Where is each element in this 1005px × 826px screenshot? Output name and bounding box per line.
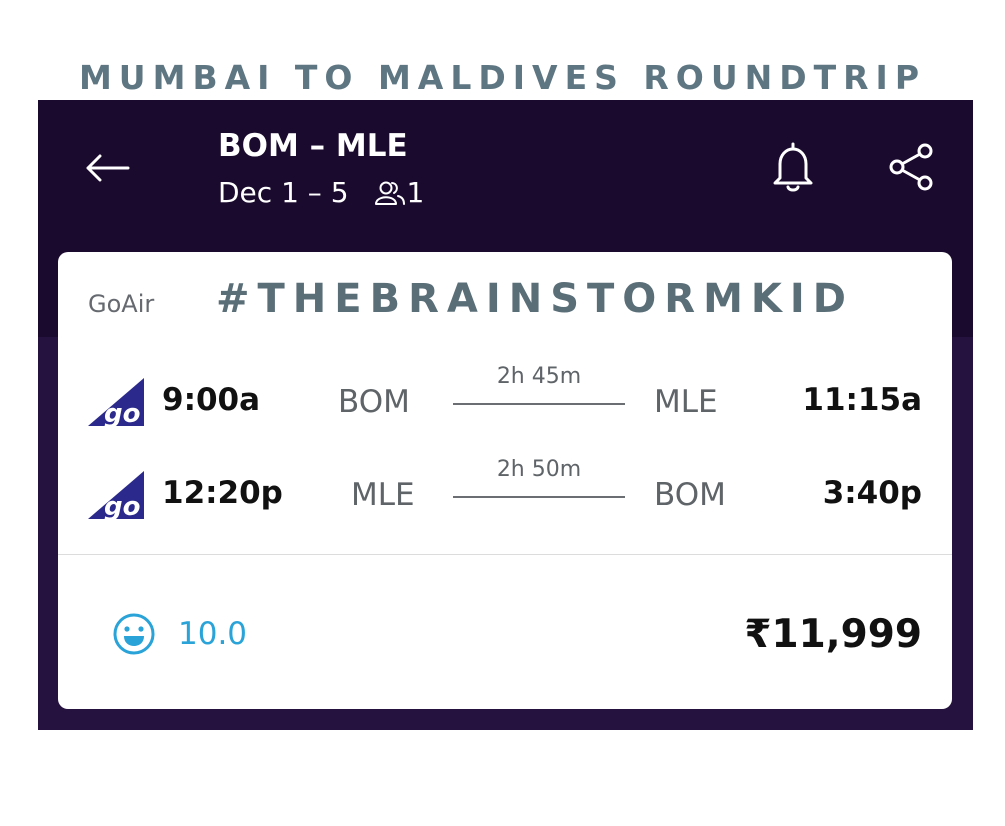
bell-icon [773, 142, 813, 192]
rating-value: 10.0 [178, 616, 248, 652]
departure-time: 9:00a [162, 382, 261, 418]
passenger-icon [374, 181, 405, 205]
goair-logo-icon: go [88, 471, 144, 519]
trip-dates: Dec 1 – 5 [218, 176, 349, 209]
origin-airport: MLE [351, 477, 415, 513]
departure-time: 12:20p [162, 475, 283, 511]
flight-result-card[interactable]: GoAir #THEBRAINSTORMKID go 9:00a BOM 2h … [58, 252, 952, 709]
arrival-time: 3:40p [822, 475, 922, 511]
rating-score[interactable]: 10.0 [112, 612, 247, 656]
page-headline: MUMBAI TO MALDIVES ROUNDTRIP [78, 58, 927, 97]
fare-price: ₹11,999 [744, 612, 922, 657]
passenger-number: 1 [406, 176, 425, 209]
passenger-count[interactable]: 1 [374, 176, 425, 209]
flight-duration: 2h 50m [496, 457, 582, 482]
airline-name: GoAir [88, 290, 155, 318]
trip-subtitle: Dec 1 – 5 1 [218, 176, 424, 209]
top-bar: BOM – MLE Dec 1 – 5 1 [38, 100, 973, 237]
duration-line [453, 496, 625, 498]
flight-duration: 2h 45m [496, 364, 582, 389]
arrival-time: 11:15a [802, 382, 922, 418]
outbound-leg[interactable]: go 9:00a BOM 2h 45m MLE 11:15a [58, 364, 952, 432]
destination-airport: MLE [654, 384, 718, 420]
svg-text:go: go [104, 399, 140, 426]
goair-logo-icon: go [88, 378, 144, 426]
route-title: BOM – MLE [218, 128, 408, 164]
return-leg[interactable]: go 12:20p MLE 2h 50m BOM 3:40p [58, 457, 952, 525]
watermark-text: #THEBRAINSTORMKID [216, 276, 854, 322]
destination-airport: BOM [654, 477, 726, 513]
price-alert-button[interactable] [771, 140, 815, 194]
back-button[interactable] [82, 150, 132, 186]
card-divider [58, 554, 952, 555]
svg-text:go: go [104, 492, 140, 519]
share-icon [889, 143, 933, 191]
duration-line [453, 403, 625, 405]
share-button[interactable] [886, 142, 936, 192]
back-arrow-icon [86, 154, 130, 182]
origin-airport: BOM [338, 384, 410, 420]
smiley-icon [113, 613, 155, 655]
